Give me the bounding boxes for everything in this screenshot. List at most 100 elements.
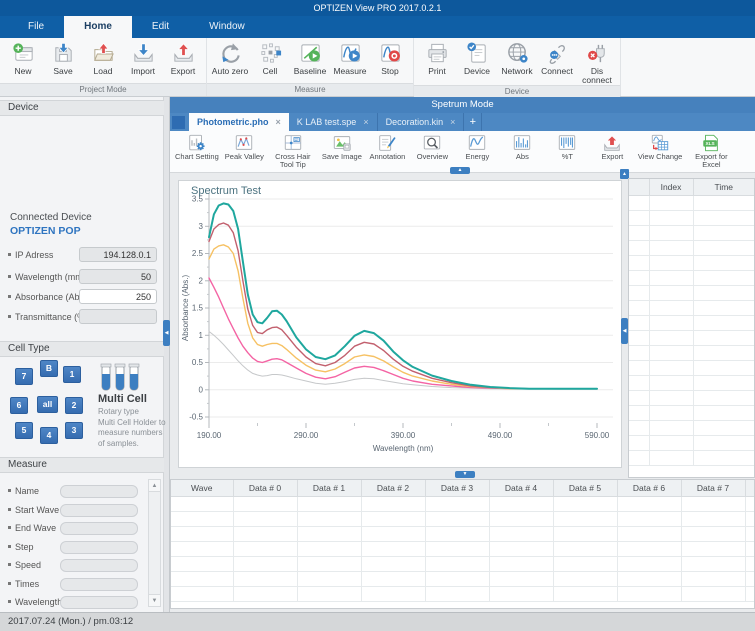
toolbar-collapse-button[interactable]: ▲ — [450, 167, 470, 174]
ribbon-button-baseline[interactable]: Baseline — [290, 39, 330, 83]
spectrum-tool-overview[interactable]: Overview — [410, 131, 455, 172]
spectrum-tool-t[interactable]: %T — [545, 131, 590, 172]
tab-close-icon[interactable]: × — [276, 117, 281, 127]
cell-button-all[interactable]: all — [37, 396, 58, 413]
menu-item-file[interactable]: File — [8, 16, 64, 38]
tab-strip: Photometric.pho × K LAB test.spe × Decor… — [170, 113, 755, 131]
ribbon-button-auto-zero[interactable]: Auto zero — [210, 39, 250, 83]
tab-k-lab-test-spe[interactable]: K LAB test.spe × — [289, 113, 378, 131]
table-cell — [233, 541, 297, 556]
spectrum-tool-energy[interactable]: Energy — [455, 131, 500, 172]
spectrum-tool-export[interactable]: Export — [590, 131, 635, 172]
measure-field-speed-input[interactable] — [60, 559, 138, 572]
table-cell — [297, 556, 361, 571]
ribbon-button-stop[interactable]: Stop — [370, 39, 410, 83]
ribbon-button-save[interactable]: Save — [43, 39, 83, 83]
cell-button-b[interactable]: B — [40, 360, 58, 377]
measure-field-wavelength-input[interactable] — [60, 596, 138, 609]
ribbon-button-print[interactable]: Print — [417, 39, 457, 85]
measure-field-times-input[interactable] — [60, 578, 138, 591]
spectrum-tool-view-change[interactable]: View Change — [635, 131, 685, 172]
cell-button-6[interactable]: 6 — [10, 397, 28, 414]
table-cell — [649, 435, 693, 450]
device-field-ip-adress-input[interactable] — [79, 247, 157, 262]
table-cell — [649, 195, 693, 210]
spectrum-tool-annotation[interactable]: Annotation — [365, 131, 410, 172]
spectrum-tool-chart-setting[interactable]: Chart Setting — [172, 131, 222, 172]
table-cell — [649, 240, 693, 255]
right-panel-expander-handle[interactable]: ◀ — [621, 318, 628, 344]
device-field-wavelength-mm-input[interactable] — [79, 269, 157, 284]
sidebar-expander-handle[interactable]: ◀ — [163, 320, 170, 346]
annotation-icon — [377, 133, 397, 153]
table-cell — [233, 526, 297, 541]
tab-photometric-pho[interactable]: Photometric.pho × — [189, 113, 289, 131]
table-cell — [617, 496, 681, 511]
measure-field-end-wave-input[interactable] — [60, 522, 138, 535]
table-cell — [649, 375, 693, 390]
table-cell — [629, 195, 649, 210]
spectrum-tool-abs[interactable]: Abs — [500, 131, 545, 172]
table-cell — [425, 541, 489, 556]
scroll-down-icon[interactable]: ▼ — [149, 594, 160, 606]
table-cell — [681, 511, 745, 526]
spectrum-chart[interactable]: -0.500.511.522.533.5190.00290.00390.0049… — [179, 181, 621, 467]
svg-text:-0.5: -0.5 — [189, 413, 203, 422]
column-header: Index — [649, 179, 693, 195]
cell-button-4[interactable]: 4 — [40, 427, 58, 444]
cell-button-3[interactable]: 3 — [65, 422, 83, 439]
measure-field-start-wave-input[interactable] — [60, 504, 138, 517]
cell-button-5[interactable]: 5 — [15, 422, 33, 439]
ribbon-button-device[interactable]: Device — [457, 39, 497, 85]
menu-item-window[interactable]: Window — [189, 16, 265, 38]
cell-button-1[interactable]: 1 — [63, 366, 81, 383]
multi-cell-description: Rotary typeMulti Cell Holder tomeasure n… — [98, 407, 166, 449]
cell-button-2[interactable]: 2 — [65, 397, 83, 414]
measure-field-name-input[interactable] — [60, 485, 138, 498]
new-tab-button[interactable]: + — [464, 113, 482, 131]
bottom-table-collapse-button[interactable]: ▼ — [455, 471, 475, 478]
spectrum-tool-export-for-excel[interactable]: XLS Export for Excel — [685, 131, 737, 172]
tab-close-icon[interactable]: × — [450, 117, 455, 127]
tab-scroll-button[interactable] — [172, 116, 185, 129]
column-header — [629, 179, 649, 195]
table-cell — [629, 405, 649, 420]
table-cell — [693, 435, 754, 450]
table-cell — [629, 270, 649, 285]
spectrum-tool-peak-valley[interactable]: Peak Valley — [222, 131, 267, 172]
tab-decoration-kin[interactable]: Decoration.kin × — [378, 113, 465, 131]
ribbon-button-export[interactable]: Export — [163, 39, 203, 83]
ribbon-button-load[interactable]: Load — [83, 39, 123, 83]
new-icon — [11, 41, 36, 66]
measure-scrollbar[interactable]: ▲ ▼ — [148, 479, 161, 607]
table-cell — [489, 526, 553, 541]
table-cell — [693, 390, 754, 405]
ribbon-button-cell[interactable]: Cell — [250, 39, 290, 83]
device-field-transmittance-t-input[interactable] — [79, 309, 157, 324]
ribbon-button-network[interactable]: Network — [497, 39, 537, 85]
menu-item-home[interactable]: Home — [64, 16, 132, 38]
measure-field-label: Wavelength — [8, 597, 62, 607]
table-cell — [745, 496, 754, 511]
svg-text:390.00: 390.00 — [391, 431, 416, 440]
measure-field-label: Times — [8, 579, 39, 589]
ribbon-button-import[interactable]: Import — [123, 39, 163, 83]
ribbon-button-new[interactable]: New — [3, 39, 43, 83]
cell-button-7[interactable]: 7 — [15, 368, 33, 385]
scroll-up-icon[interactable]: ▲ — [149, 480, 160, 492]
ribbon-button-measure[interactable]: Measure — [330, 39, 370, 83]
menu-item-edit[interactable]: Edit — [132, 16, 189, 38]
table-cell — [745, 511, 754, 526]
table-cell — [745, 586, 754, 601]
ribbon-button-dis-connect[interactable]: Dis connect — [577, 39, 617, 85]
spectrum-tool-save-image[interactable]: Save Image — [319, 131, 365, 172]
spectrum-tool-cross-hair-tool-tip[interactable]: Cross Hair Tool Tip — [267, 131, 319, 172]
device-field-absorbance-abs-input[interactable] — [79, 289, 157, 304]
ribbon-button-connect[interactable]: Connect — [537, 39, 577, 85]
column-header: Data # 7 — [681, 480, 745, 496]
measure-field-step-input[interactable] — [60, 541, 138, 554]
table-cell — [425, 586, 489, 601]
tab-close-icon[interactable]: × — [363, 117, 368, 127]
table-cell — [361, 571, 425, 586]
column-header: Data # 6 — [617, 480, 681, 496]
